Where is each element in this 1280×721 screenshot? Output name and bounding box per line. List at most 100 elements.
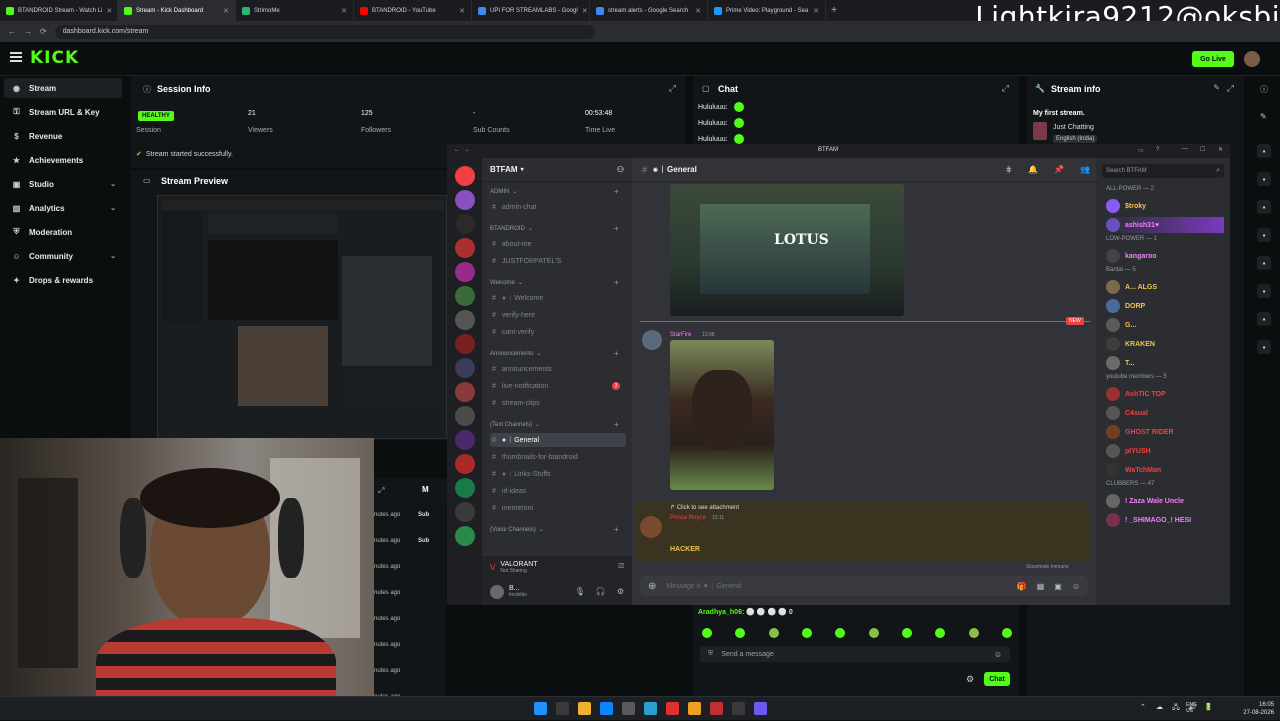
rail-tool-icon[interactable]: ▪ [1257, 200, 1271, 214]
system-tray-icon[interactable]: ⌃ [1140, 703, 1146, 711]
browser-tab[interactable]: UPI FOR STREAMLABS - Googl ✕ [472, 0, 590, 21]
taskbar-app-icon[interactable] [600, 702, 613, 715]
back-icon[interactable]: ← [454, 147, 460, 153]
expand-icon[interactable]: ⤢ [1002, 83, 1009, 94]
channel-item[interactable]: # admin-chat [490, 200, 626, 214]
member-item[interactable]: ! Zaza Wale Uncle [1106, 493, 1224, 509]
threads-icon[interactable]: ⋕ [1005, 165, 1012, 174]
message-author-2[interactable]: Prince Royce [670, 515, 706, 521]
edit-icon[interactable]: ✎ [1213, 83, 1220, 92]
sidebar-item-moderation[interactable]: ⛨ Moderation [4, 222, 122, 242]
channel-item[interactable]: # live-notification 3 [490, 379, 626, 393]
bear-image-attachment[interactable] [670, 340, 774, 490]
channel-item[interactable]: # announcements [490, 362, 626, 376]
channel-category[interactable]: ADMIN ⌄ + [490, 187, 619, 196]
emote-icon[interactable] [868, 628, 879, 638]
taskbar-app-icon[interactable] [644, 702, 657, 715]
url-field[interactable]: dashboard.kick.com/stream [54, 24, 595, 39]
channel-item[interactable]: # stream-clips [490, 396, 626, 410]
channel-item[interactable]: # memeroni [490, 501, 626, 515]
channel-item[interactable]: # verify-here [490, 308, 626, 322]
sidebar-item-stream-url-key[interactable]: ⚿ Stream URL & Key [4, 102, 122, 122]
message-composer[interactable]: ⊕ Message # ✷ ᛁ General 🎁 ▦ ▣ ☺ [640, 576, 1088, 596]
reload-icon[interactable]: ⟳ [40, 27, 47, 36]
system-tray-icon[interactable]: 🖧 [1172, 703, 1180, 714]
message-author[interactable]: StarFire [670, 332, 691, 338]
server-icon[interactable] [455, 526, 475, 546]
channel-item[interactable]: # irl-ideas [490, 484, 626, 498]
emoji-icon[interactable]: ☺ [1072, 582, 1080, 591]
inbox-icon[interactable]: ▭ [1138, 147, 1144, 154]
system-tray-icon[interactable]: 🔋 [1204, 703, 1213, 711]
add-attachment-icon[interactable]: ⊕ [648, 581, 656, 592]
chat-username[interactable]: Hululuuu: [698, 120, 728, 127]
taskbar-app-icon[interactable] [666, 702, 679, 715]
server-icon[interactable] [455, 310, 475, 330]
channel-item[interactable]: # cant-verify [490, 325, 626, 339]
server-icon[interactable] [455, 262, 475, 282]
image-attachment-lotus[interactable]: LOTUS [670, 184, 904, 316]
close-icon[interactable]: ✕ [1218, 146, 1223, 153]
add-channel-icon[interactable]: + [614, 187, 619, 196]
stream-preview-video[interactable] [157, 195, 447, 439]
add-friend-icon[interactable]: ⚇ [617, 165, 624, 174]
taskbar-app-icon[interactable] [688, 702, 701, 715]
emote-icon[interactable] [735, 628, 746, 638]
browser-tab[interactable]: stream alerts - Google Search ✕ [590, 0, 708, 21]
system-clock[interactable]: 16:05 27-08-2026 [1243, 701, 1274, 717]
back-icon[interactable]: ← [8, 27, 16, 36]
maximize-icon[interactable]: ☐ [1200, 146, 1205, 153]
new-tab-button[interactable]: + [826, 5, 842, 16]
server-icon[interactable] [455, 238, 475, 258]
pin-icon[interactable]: 📌 [1054, 165, 1064, 174]
server-icon[interactable] [455, 214, 475, 234]
chat-username[interactable]: Hululuuu: [698, 104, 728, 111]
expand-icon[interactable]: ⤢ [669, 83, 676, 94]
screen-share-icon[interactable]: ⎚ [618, 563, 624, 571]
channel-item[interactable]: # thumbnails-for-btandroid [490, 450, 626, 464]
add-channel-icon[interactable]: + [614, 278, 619, 287]
member-item[interactable]: ! _SHIMAGO_! HESI [1106, 512, 1224, 528]
tab-close-icon[interactable]: ✕ [223, 7, 229, 15]
emote-icon[interactable] [702, 628, 712, 638]
member-item[interactable]: T... [1106, 355, 1224, 371]
expand-icon[interactable]: ⤢ [1227, 83, 1234, 94]
member-item[interactable]: GHOST RIDER [1106, 424, 1224, 440]
sticker-icon[interactable]: ▣ [1054, 582, 1062, 591]
emote-icon[interactable] [835, 628, 846, 638]
go-live-button[interactable]: Go Live [1192, 51, 1234, 67]
gif-icon[interactable]: ▦ [1037, 582, 1045, 591]
taskbar-app-icon[interactable] [754, 702, 767, 715]
server-name-header[interactable]: BTFAM ▾ ⚇ [482, 158, 632, 182]
kick-logo[interactable]: KICK [30, 48, 79, 68]
menu-icon[interactable] [10, 52, 22, 62]
settings-icon[interactable]: ⚙ [617, 587, 624, 596]
sidebar-item-stream[interactable]: ◉ Stream [4, 78, 122, 98]
channel-category[interactable]: BTANDROID ⌄ + [490, 224, 619, 233]
sidebar-item-studio[interactable]: ▣ Studio ⌄ [4, 174, 122, 194]
rail-tool-icon[interactable]: ▪ [1257, 312, 1271, 326]
member-item[interactable]: WaTchMan [1106, 462, 1224, 478]
tab-close-icon[interactable]: ✕ [106, 7, 112, 15]
emote-icon[interactable] [935, 628, 946, 638]
member-item[interactable]: KRAKEN [1106, 336, 1224, 352]
member-item[interactable]: $troky [1106, 198, 1224, 214]
taskbar-app-icon[interactable] [578, 702, 591, 715]
tab-close-icon[interactable]: ✕ [695, 7, 701, 15]
sidebar-item-revenue[interactable]: $ Revenue [4, 126, 122, 146]
emote-icon[interactable] [801, 628, 812, 638]
member-item[interactable]: AshTIC TOP [1106, 386, 1224, 402]
add-channel-icon[interactable]: + [614, 349, 619, 358]
rail-tool-icon[interactable]: ▪ [1257, 284, 1271, 298]
browser-tab[interactable]: BTANDROID Stream - Watch Li ✕ [0, 0, 118, 21]
add-channel-icon[interactable]: + [614, 224, 619, 233]
message-avatar[interactable] [640, 516, 662, 538]
taskbar-app-icon[interactable] [622, 702, 635, 715]
emote-icon[interactable] [768, 628, 779, 638]
member-item[interactable]: A... ALGS [1106, 279, 1224, 295]
member-item[interactable]: kangaroo [1106, 248, 1224, 264]
minimize-icon[interactable]: — [1182, 146, 1188, 152]
server-icon[interactable] [455, 382, 475, 402]
browser-tab[interactable]: BTANDROID - YouTube ✕ [354, 0, 472, 21]
channel-item[interactable]: # JUSTFORPATEL'S [490, 254, 626, 268]
